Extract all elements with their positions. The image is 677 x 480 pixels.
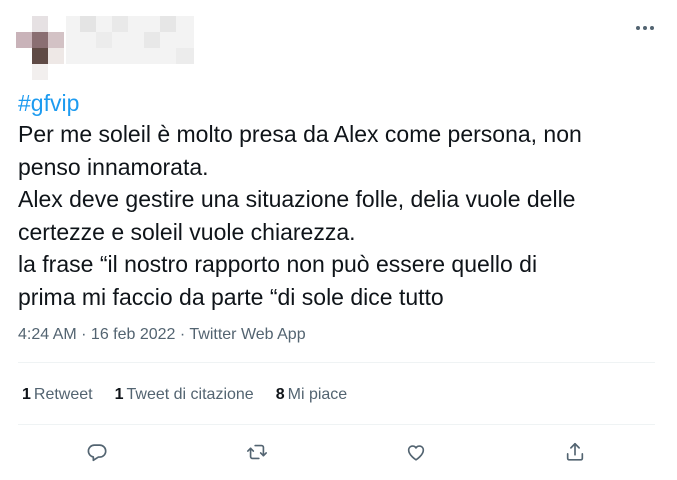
tweet-time-link[interactable]: 4:24 AM — [18, 326, 77, 343]
like-button[interactable] — [400, 436, 432, 468]
tweet-text-line: la frase “il nostro rapporto non può ess… — [18, 251, 538, 277]
retweet-icon — [247, 444, 267, 460]
divider — [18, 362, 655, 363]
more-options-button[interactable] — [628, 14, 662, 42]
quotes-label: Tweet di citazione — [126, 386, 254, 403]
divider — [18, 424, 655, 425]
author-name[interactable] — [66, 16, 194, 64]
tweet-text-line: penso innamorata. — [18, 153, 209, 180]
quotes-count: 1 — [114, 386, 124, 403]
tweet-stats: 1 Retweet 1 Tweet di citazione 8 Mi piace — [22, 384, 347, 406]
reply-icon — [87, 444, 107, 462]
avatar[interactable] — [16, 16, 66, 80]
more-horizontal-icon — [636, 26, 654, 30]
retweets-stat[interactable]: 1 Retweet — [22, 384, 93, 406]
likes-label: Mi piace — [287, 386, 348, 403]
tweet-text-line: prima mi faccio da parte “di sole dice t… — [18, 283, 444, 310]
meta-separator: · — [76, 326, 91, 343]
likes-stat[interactable]: 8 Mi piace — [276, 384, 347, 406]
quote-tweets-stat[interactable]: 1 Tweet di citazione — [115, 384, 254, 406]
tweet-date-link[interactable]: 16 feb 2022 — [91, 326, 176, 343]
hashtag-link[interactable]: #gfvip — [18, 88, 79, 118]
tweet-text-line: Alex deve gestire una situazione folle, … — [18, 186, 576, 212]
retweets-count: 1 — [22, 386, 31, 403]
tweet-source-link[interactable]: Twitter Web App — [189, 326, 305, 343]
tweet-text-line: certezze e soleil vuole chiarezza. — [18, 218, 356, 245]
retweet-button[interactable] — [241, 436, 273, 468]
share-icon — [566, 442, 584, 461]
tweet-text-line: Per me soleil è molto presa da Alex come… — [18, 121, 582, 147]
share-button[interactable] — [559, 436, 591, 468]
retweets-label: Retweet — [33, 386, 93, 403]
reply-button[interactable] — [81, 436, 113, 468]
likes-count: 8 — [275, 386, 285, 403]
meta-separator: · — [175, 326, 190, 343]
tweet-text: Per me soleil è molto presa da Alex come… — [18, 118, 658, 313]
tweet-metadata: 4:24 AM · 16 feb 2022 · Twitter Web App — [18, 324, 306, 346]
heart-icon — [407, 445, 425, 461]
